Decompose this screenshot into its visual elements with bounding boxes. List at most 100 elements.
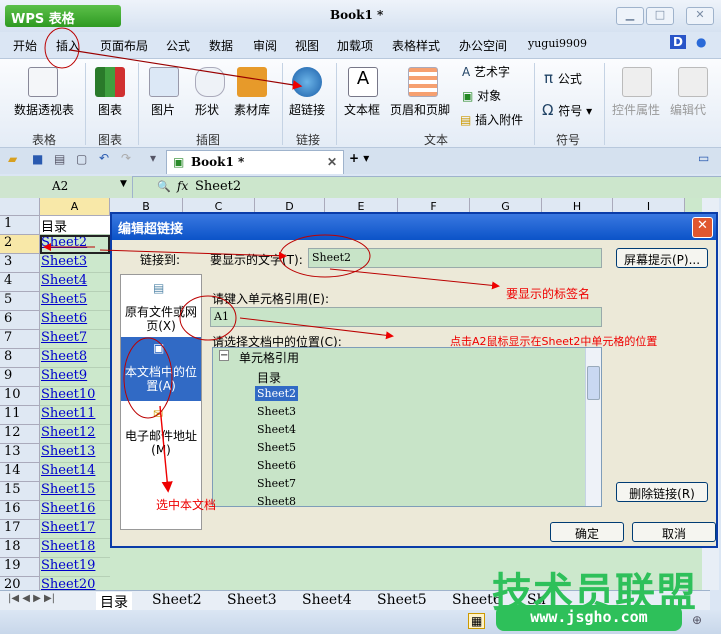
cell-hyperlink[interactable]: Sheet6 <box>40 311 110 330</box>
ok-button[interactable]: 确定 <box>550 522 624 542</box>
formula-input[interactable]: Sheet2 <box>195 179 241 194</box>
row-header[interactable]: 5 <box>0 292 40 311</box>
insert-attachment-button[interactable]: ▤ 插入附件 <box>460 111 523 128</box>
d-icon[interactable]: D <box>670 35 686 49</box>
row-header[interactable]: 10 <box>0 387 40 406</box>
tree-item[interactable]: Sheet2 <box>255 386 299 401</box>
row-header[interactable]: 16 <box>0 501 40 520</box>
tree-item[interactable]: Sheet4 <box>255 422 298 437</box>
cell-hyperlink[interactable]: Sheet2 <box>40 235 110 254</box>
row-header[interactable]: 15 <box>0 482 40 501</box>
cell-hyperlink[interactable]: Sheet17 <box>40 520 110 539</box>
tree-item[interactable]: 目录 <box>255 368 283 387</box>
undo-icon[interactable]: ↶ <box>99 151 109 165</box>
row-header[interactable]: 18 <box>0 539 40 558</box>
tab-view[interactable]: 视图 <box>295 37 319 54</box>
normal-view-icon[interactable]: ▦ <box>468 613 486 629</box>
tree-item[interactable]: Sheet6 <box>255 458 298 473</box>
row-header[interactable]: 11 <box>0 406 40 425</box>
symbol-button[interactable]: Ω 符号 ▾ <box>542 101 592 119</box>
cell-hyperlink[interactable]: Sheet13 <box>40 444 110 463</box>
row-header[interactable]: 7 <box>0 330 40 349</box>
row-header[interactable]: 8 <box>0 349 40 368</box>
restore-pane-icon[interactable]: ▭ <box>698 151 709 165</box>
row-header[interactable]: 19 <box>0 558 40 577</box>
cancel-button[interactable]: 取消 <box>632 522 716 542</box>
customize-icon[interactable]: ▾ <box>150 151 156 165</box>
tab-addins[interactable]: 加载项 <box>337 37 373 54</box>
row-header[interactable]: 17 <box>0 520 40 539</box>
tab-review[interactable]: 审阅 <box>253 37 277 54</box>
cell-hyperlink[interactable]: Sheet16 <box>40 501 110 520</box>
picture-button[interactable]: 图片 <box>151 101 175 118</box>
chart-button[interactable]: 图表 <box>98 101 122 118</box>
tab-home[interactable]: 开始 <box>13 37 37 54</box>
minimize-button[interactable]: ▁ <box>616 7 644 25</box>
sheet-tab-active[interactable]: 目录 <box>96 592 132 612</box>
row-header[interactable]: 12 <box>0 425 40 444</box>
user-account[interactable]: yugui9909 <box>528 37 587 50</box>
location-tree[interactable]: − 单元格引用 目录 Sheet2 Sheet3 Sheet4 Sheet5 Sheet6… <box>212 347 602 509</box>
zoom-formula-icon[interactable]: 🔍 <box>157 180 171 193</box>
redo-icon[interactable]: ↷ <box>121 151 131 165</box>
scroll-thumb[interactable] <box>587 366 600 400</box>
tab-data[interactable]: 数据 <box>209 37 233 54</box>
sheet-nav-icons[interactable]: |◀ ◀ ▶ ▶| <box>8 593 55 604</box>
object-button[interactable]: ▣ 对象 <box>462 87 501 104</box>
tree-item[interactable]: Sheet7 <box>255 476 298 491</box>
save-icon[interactable]: ■ <box>32 152 43 166</box>
this-document-option[interactable]: ▣ 本文档中的位置(A) <box>121 337 201 401</box>
cell-hyperlink[interactable]: 目录 <box>40 216 110 235</box>
remove-link-button[interactable]: 删除链接(R) <box>616 482 708 502</box>
name-box[interactable]: A2 ▼ <box>0 176 133 198</box>
tab-layout[interactable]: 页面布局 <box>100 37 148 54</box>
new-tab-button[interactable]: + ▾ <box>349 151 369 165</box>
display-text-input[interactable]: Sheet2 <box>308 248 602 268</box>
cell-hyperlink[interactable]: Sheet11 <box>40 406 110 425</box>
row-header[interactable]: 3 <box>0 254 40 273</box>
wps-menu-button[interactable]: WPS 表格 <box>5 5 121 27</box>
tree-item[interactable]: Sheet5 <box>255 440 298 455</box>
cell-hyperlink[interactable]: Sheet3 <box>40 254 110 273</box>
open-icon[interactable]: ▰ <box>8 152 17 166</box>
fx-icon[interactable]: fx <box>177 179 188 193</box>
cell-hyperlink[interactable]: Sheet12 <box>40 425 110 444</box>
row-header[interactable]: 1 <box>0 216 40 235</box>
formula-button[interactable]: π 公式 <box>544 69 582 87</box>
cell-hyperlink[interactable]: Sheet7 <box>40 330 110 349</box>
cell-hyperlink[interactable]: Sheet4 <box>40 273 110 292</box>
hyperlink-button[interactable]: 超链接 <box>289 101 325 118</box>
close-tab-icon[interactable]: ✕ <box>327 155 337 169</box>
tree-item[interactable]: Sheet8 <box>255 494 298 509</box>
cell-hyperlink[interactable]: Sheet18 <box>40 539 110 558</box>
textbox-button[interactable]: 文本框 <box>344 101 380 118</box>
select-all-corner[interactable] <box>0 198 40 216</box>
tab-office-space[interactable]: 办公空间 <box>459 37 507 54</box>
wordart-button[interactable]: A 艺术字 <box>462 63 510 80</box>
cell-hyperlink[interactable]: Sheet10 <box>40 387 110 406</box>
row-header[interactable]: 9 <box>0 368 40 387</box>
row-header[interactable]: 13 <box>0 444 40 463</box>
dialog-close-button[interactable]: ✕ <box>692 217 713 238</box>
row-header[interactable]: 14 <box>0 463 40 482</box>
tab-insert[interactable]: 插入 <box>56 37 80 54</box>
shape-button[interactable]: 形状 <box>195 101 219 118</box>
close-button[interactable]: ✕ <box>686 7 714 25</box>
screentip-button[interactable]: 屏幕提示(P)... <box>616 248 708 268</box>
collapse-icon[interactable]: − <box>219 350 229 361</box>
email-option[interactable]: ✉ 电子邮件地址(M) <box>121 405 201 465</box>
sheet-tab[interactable]: Sheet4 <box>302 592 352 608</box>
cell-hyperlink[interactable]: Sheet9 <box>40 368 110 387</box>
sheet-tab[interactable]: Sheet2 <box>152 592 202 608</box>
edit-code-button[interactable]: 编辑代 <box>670 101 706 118</box>
row-header[interactable]: 4 <box>0 273 40 292</box>
cell-hyperlink[interactable]: Sheet15 <box>40 482 110 501</box>
row-header[interactable]: 2 <box>0 235 40 254</box>
help-icon[interactable]: ● <box>696 35 706 49</box>
header-footer-button[interactable]: 页眉和页脚 <box>390 101 450 118</box>
column-header[interactable]: A <box>40 198 110 216</box>
cell-hyperlink[interactable]: Sheet8 <box>40 349 110 368</box>
maximize-button[interactable]: □ <box>646 7 674 25</box>
tree-item[interactable]: Sheet3 <box>255 404 298 419</box>
tab-table-style[interactable]: 表格样式 <box>392 37 440 54</box>
